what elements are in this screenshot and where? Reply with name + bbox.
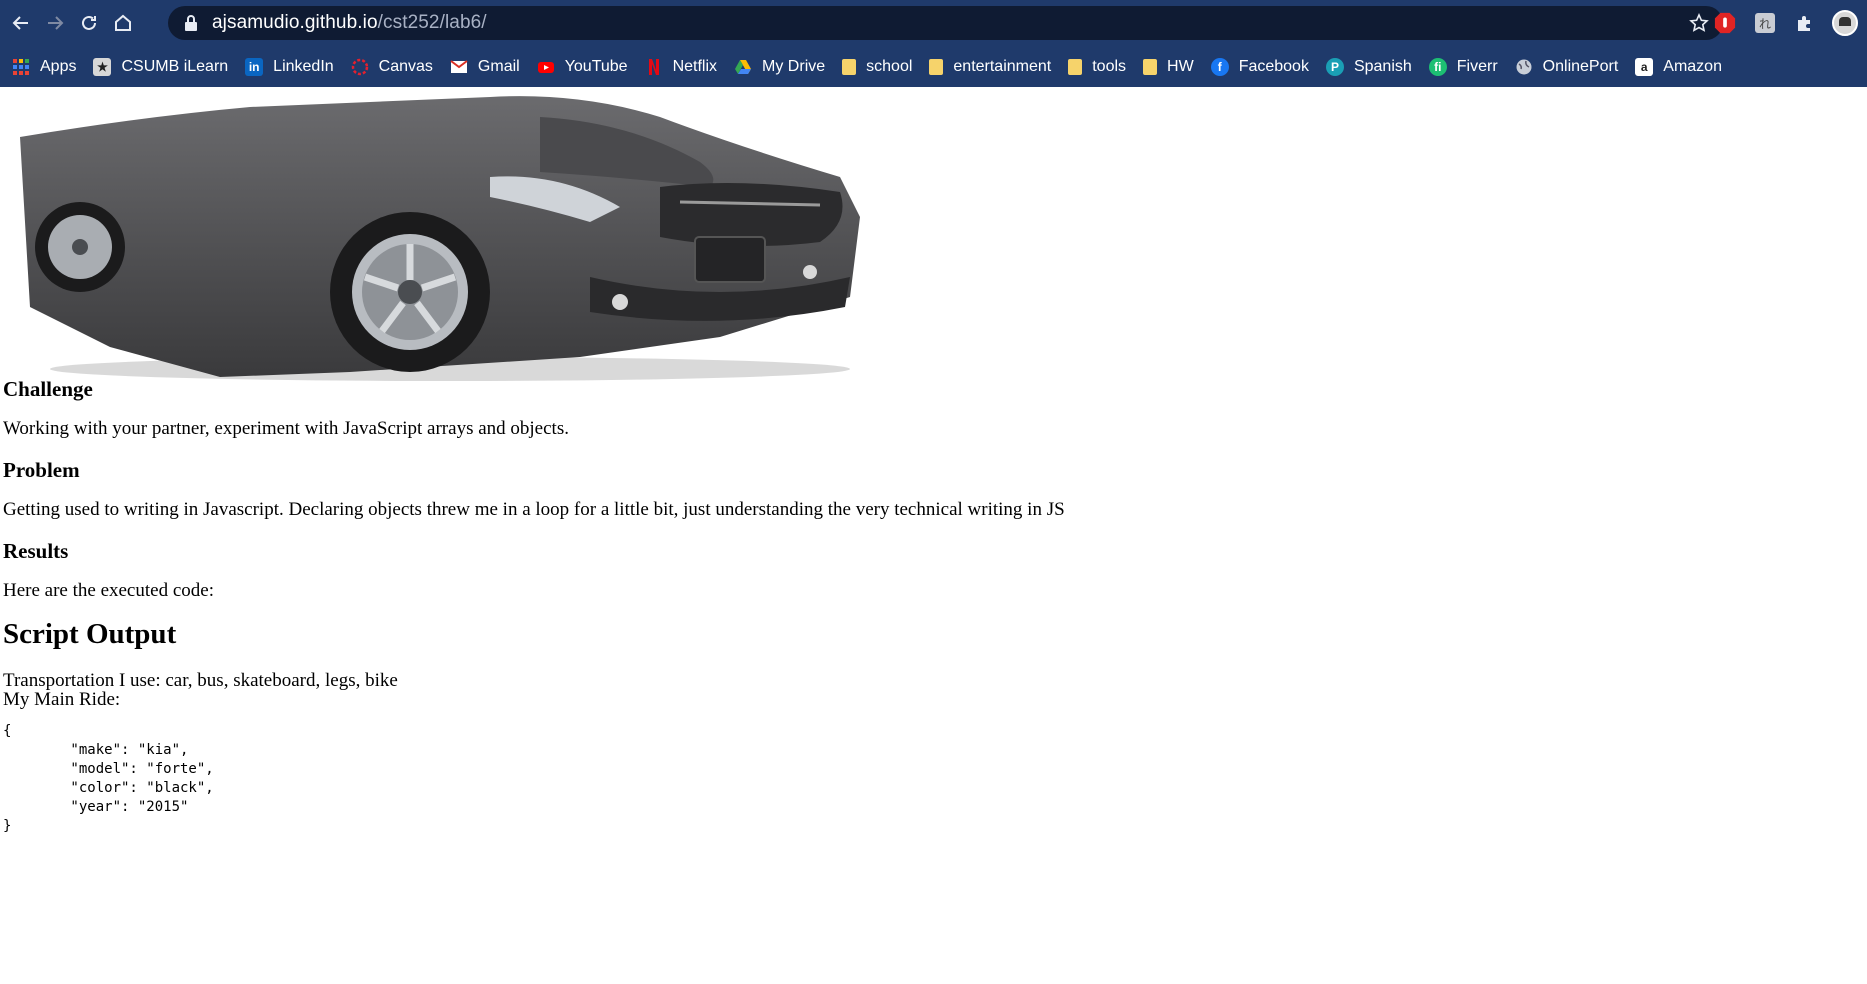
extension-kanji-icon[interactable]: れ: [1752, 10, 1778, 36]
bookmark-amazon[interactable]: a Amazon: [1635, 57, 1722, 76]
challenge-heading: Challenge: [3, 377, 93, 401]
amazon-icon: a: [1635, 57, 1654, 76]
spanish-icon: P: [1325, 57, 1344, 76]
results-heading: Results: [3, 539, 69, 563]
bookmark-netflix[interactable]: Netflix: [645, 58, 717, 76]
reload-icon: [82, 15, 96, 30]
home-icon: [115, 14, 131, 31]
address-bar[interactable]: ajsamudio.github.io/cst252/lab6/: [168, 6, 1723, 40]
netflix-icon: [645, 58, 663, 76]
forward-button[interactable]: [38, 6, 72, 40]
home-button[interactable]: [106, 6, 140, 40]
bookmark-tools[interactable]: tools: [1068, 58, 1126, 76]
bookmark-hw[interactable]: HW: [1143, 58, 1194, 76]
drive-icon: [734, 58, 752, 76]
folder-icon: [842, 58, 857, 75]
url-domain: ajsamudio.github.io: [212, 12, 378, 33]
bookmark-gmail[interactable]: Gmail: [450, 58, 520, 76]
youtube-icon: [537, 58, 555, 76]
car-image: [20, 96, 860, 381]
bookmark-label: Amazon: [1663, 57, 1722, 75]
bookmark-label: school: [866, 57, 913, 75]
profile-avatar[interactable]: [1832, 10, 1858, 36]
script-output-heading: Script Output: [3, 618, 177, 650]
bookmark-label: HW: [1167, 57, 1194, 75]
json-output: { "make": "kia", "model": "forte", "colo…: [3, 723, 214, 834]
bookmark-spanish[interactable]: P Spanish: [1325, 57, 1412, 76]
url-text: ajsamudio.github.io/cst252/lab6/: [212, 12, 487, 34]
bookmark-label: Spanish: [1353, 57, 1412, 75]
bookmark-youtube[interactable]: YouTube: [537, 58, 628, 76]
bookmark-label: Canvas: [378, 57, 433, 75]
bookmark-fiverr[interactable]: fi Fiverr: [1428, 57, 1498, 76]
bookmark-entertainment[interactable]: entertainment: [929, 58, 1051, 76]
bookmark-label: YouTube: [564, 57, 628, 75]
extensions-puzzle-icon[interactable]: [1792, 10, 1818, 36]
back-button[interactable]: [4, 6, 38, 40]
ilearn-icon: ★: [93, 57, 112, 76]
facebook-icon: f: [1210, 57, 1229, 76]
bookmark-label: Fiverr: [1456, 57, 1498, 75]
bookmark-label: Gmail: [477, 57, 520, 75]
folder-icon: [929, 58, 944, 75]
bookmark-school[interactable]: school: [842, 58, 912, 76]
main-ride-label: My Main Ride:: [3, 689, 121, 710]
bookmark-label: Apps: [40, 57, 77, 75]
bookmark-label: CSUMB iLearn: [121, 57, 229, 75]
lock-icon: [185, 15, 197, 31]
folder-icon: [1068, 58, 1083, 75]
canvas-icon: [351, 58, 369, 76]
bookmarks-bar: Apps ★ CSUMB iLearn in LinkedIn Canvas Gmail Yo…: [0, 46, 1867, 87]
bookmark-label: Facebook: [1238, 57, 1309, 75]
bookmark-label: LinkedIn: [273, 57, 334, 75]
bookmark-linkedin[interactable]: in LinkedIn: [245, 57, 334, 76]
challenge-text: Working with your partner, experiment wi…: [3, 418, 569, 439]
bookmark-canvas[interactable]: Canvas: [351, 58, 433, 76]
webpage-content: Challenge Working with your partner, exp…: [0, 87, 1867, 984]
problem-text: Getting used to writing in Javascript. D…: [3, 499, 1065, 520]
bookmark-label: My Drive: [762, 57, 826, 75]
fiverr-icon: fi: [1428, 57, 1447, 76]
bookmark-facebook[interactable]: f Facebook: [1210, 57, 1309, 76]
problem-heading: Problem: [3, 458, 80, 482]
globe-icon: [1515, 58, 1533, 76]
reload-button[interactable]: [72, 6, 106, 40]
bookmark-apps[interactable]: Apps: [12, 58, 76, 76]
browser-toolbar: ajsamudio.github.io/cst252/lab6/ れ: [0, 0, 1867, 46]
bookmark-label: tools: [1092, 57, 1127, 75]
bookmark-star-icon[interactable]: [1689, 13, 1709, 33]
bookmark-csumb-ilearn[interactable]: ★ CSUMB iLearn: [93, 57, 229, 76]
apps-grid-icon: [12, 58, 30, 76]
bookmark-onlineport[interactable]: OnlinePort: [1515, 57, 1619, 76]
forward-arrow-icon: [48, 16, 64, 30]
url-path: /cst252/lab6/: [377, 12, 487, 33]
linkedin-icon: in: [245, 57, 264, 76]
browser-chrome: ajsamudio.github.io/cst252/lab6/ れ Apps ★…: [0, 0, 1867, 87]
folder-icon: [1143, 58, 1158, 75]
bookmark-my-drive[interactable]: My Drive: [734, 58, 825, 76]
bookmark-label: entertainment: [953, 57, 1052, 75]
bookmark-label: OnlinePort: [1542, 57, 1619, 75]
back-arrow-icon: [12, 16, 28, 30]
gmail-icon: [450, 58, 468, 76]
results-text: Here are the executed code:: [3, 580, 214, 601]
extension-adblock-icon[interactable]: [1712, 10, 1738, 36]
bookmark-label: Netflix: [672, 57, 718, 75]
